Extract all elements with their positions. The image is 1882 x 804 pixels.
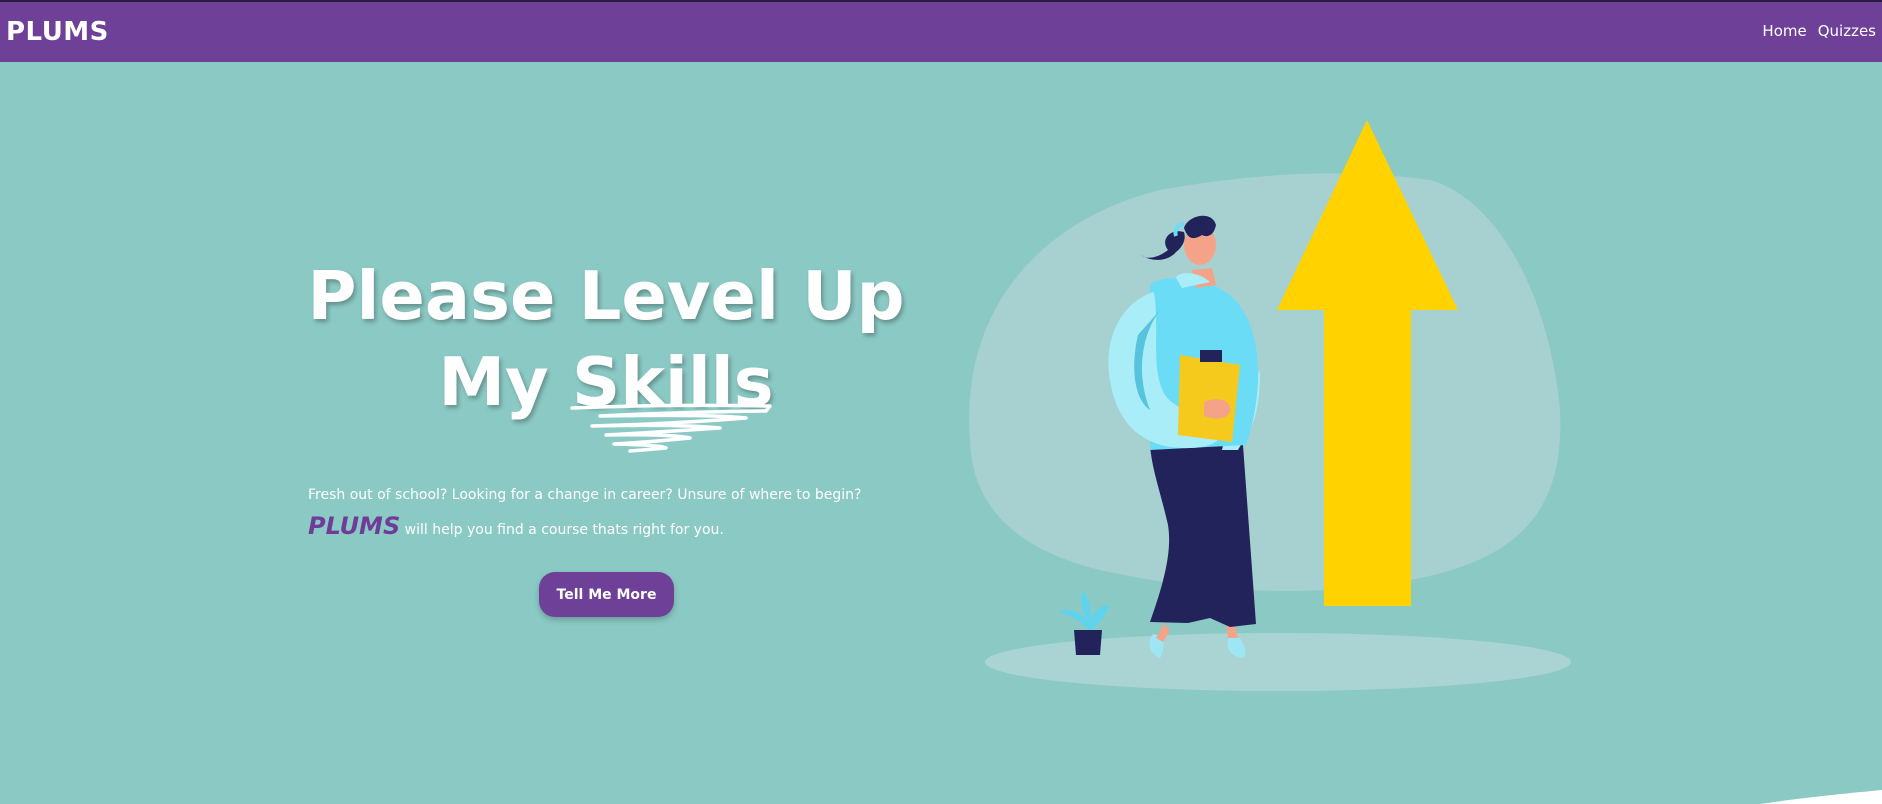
background-blob bbox=[969, 173, 1561, 591]
tagline-line-2: will help you find a course thats right … bbox=[400, 522, 724, 538]
corner-wave-shape bbox=[1760, 790, 1882, 804]
hero-title-line-2-prefix: My bbox=[438, 343, 573, 421]
nav-link-quizzes[interactable]: Quizzes bbox=[1818, 22, 1876, 40]
tell-me-more-button[interactable]: Tell Me More bbox=[539, 572, 674, 617]
nav-links: Home Quizzes bbox=[1762, 22, 1876, 40]
top-navbar: PLUMS Home Quizzes bbox=[0, 2, 1882, 62]
nav-link-home[interactable]: Home bbox=[1762, 22, 1806, 40]
scribble-underline-icon bbox=[570, 403, 772, 453]
ground-shadow bbox=[985, 633, 1571, 691]
level-up-illustration bbox=[969, 120, 1571, 691]
brand-logo[interactable]: PLUMS bbox=[6, 17, 109, 47]
hero-tagline: Fresh out of school? Looking for a chang… bbox=[308, 480, 948, 546]
tagline-brand: PLUMS bbox=[308, 512, 401, 540]
tagline-line-1: Fresh out of school? Looking for a chang… bbox=[308, 487, 862, 503]
hero-title: Please Level Up My Skills bbox=[300, 253, 912, 425]
hero-title-line-1: Please Level Up bbox=[307, 257, 905, 335]
